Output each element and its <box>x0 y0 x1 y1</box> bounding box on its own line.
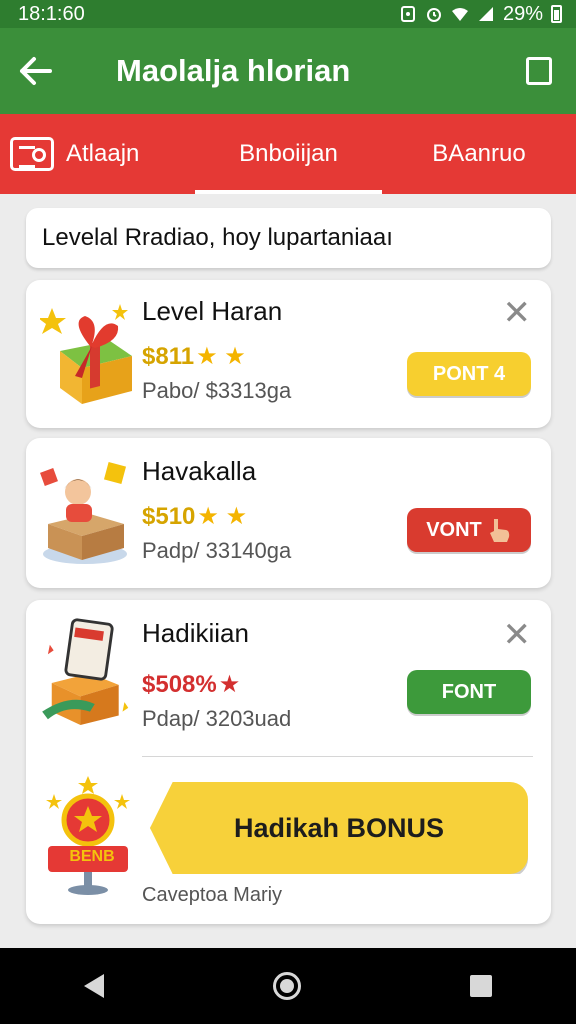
card-price-row: $508% ★ <box>142 670 240 699</box>
tab-bnboiijan[interactable]: Bnboiijan <box>195 114 382 194</box>
battery-icon <box>551 5 562 23</box>
offer-card[interactable]: Havakalla $510 ★ ★ Padp/ 33140ga VONT <box>26 438 551 588</box>
hand-pointer-icon <box>489 519 509 542</box>
star-icon: ★ ★ <box>196 343 246 370</box>
wifi-icon <box>451 8 468 21</box>
arrow-left-icon <box>20 57 52 85</box>
tab-atlaajn[interactable]: Atlaajn <box>0 114 195 194</box>
tab-label: Atlaajn <box>66 140 140 167</box>
card-title: Havakalla <box>142 456 257 486</box>
status-time: 18:1:60 <box>18 2 85 25</box>
square-action-button[interactable] <box>526 57 552 85</box>
close-icon[interactable]: ✕ <box>503 618 532 652</box>
divider <box>142 756 533 757</box>
card-title: Hadikiian <box>142 618 249 648</box>
system-nav-bar <box>0 948 576 1024</box>
back-button[interactable] <box>0 28 70 114</box>
vont-button[interactable]: VONT <box>407 508 531 552</box>
status-bar: 18:1:60 29% <box>0 0 576 28</box>
bonus-footer: Caveptoa Mariy <box>142 884 283 906</box>
tab-baanruo[interactable]: BAanruo <box>382 114 576 194</box>
signal-icon <box>478 7 493 21</box>
card-price: $508% <box>142 670 217 698</box>
tab-label: Bnboiijan <box>239 140 338 167</box>
offer-card[interactable]: Level Haran $811 ★ ★ Pabo/ $3313ga ✕ PON… <box>26 280 551 428</box>
card-price: $811 <box>142 342 195 370</box>
close-icon[interactable]: ✕ <box>503 296 532 330</box>
bonus-button[interactable]: Hadikah BONUS <box>150 782 528 874</box>
tab-bar: Atlaajn Bnboiijan BAanruo <box>0 114 576 194</box>
point-button[interactable]: PONT 4 <box>407 352 531 396</box>
card-subtitle: Padp/ 33140ga <box>142 538 292 563</box>
font-button[interactable]: FONT <box>407 670 531 714</box>
phone-gift-icon <box>42 618 129 726</box>
bonus-label: Hadikah BONUS <box>233 812 445 843</box>
card-price-row: $811 ★ ★ <box>142 342 246 371</box>
alarm-icon <box>426 8 441 22</box>
nav-home-icon[interactable] <box>272 972 301 1000</box>
notification-icon <box>400 6 415 22</box>
star-icon: ★ <box>218 671 241 698</box>
nav-back-icon[interactable] <box>84 974 105 998</box>
banner-text: Levelal Rradiao, hoy lupartaniaaı <box>42 224 393 251</box>
person-box-icon <box>40 461 127 564</box>
star-icon: ★ ★ <box>197 503 248 530</box>
bonus-sign-icon <box>46 776 130 895</box>
bonus-sign-text: BENB <box>69 848 115 865</box>
card-title: Level Haran <box>142 296 283 326</box>
card-price-row: $510 ★ ★ <box>142 502 247 531</box>
card-subtitle: Pabo/ $3313ga <box>142 378 292 403</box>
grid-icon <box>10 137 54 171</box>
nav-recents-icon[interactable] <box>469 975 492 997</box>
status-icons: 29% <box>399 3 562 26</box>
offer-card-with-bonus[interactable]: Hadikiian $508% ★ Pdap/ 3203uad ✕ FONT B… <box>26 600 551 924</box>
tab-label: BAanruo <box>432 140 526 167</box>
gift-box-icon <box>40 304 132 404</box>
level-banner[interactable]: Levelal Rradiao, hoy lupartaniaaı <box>26 208 551 268</box>
card-price: $510 <box>142 502 196 530</box>
app-bar: Maolalja hlorian <box>0 28 576 114</box>
vont-label: VONT <box>426 518 482 541</box>
battery-percent: 29% <box>502 2 543 25</box>
page-title: Maolalja hlorian <box>116 53 351 88</box>
card-subtitle: Pdap/ 3203uad <box>142 706 292 731</box>
